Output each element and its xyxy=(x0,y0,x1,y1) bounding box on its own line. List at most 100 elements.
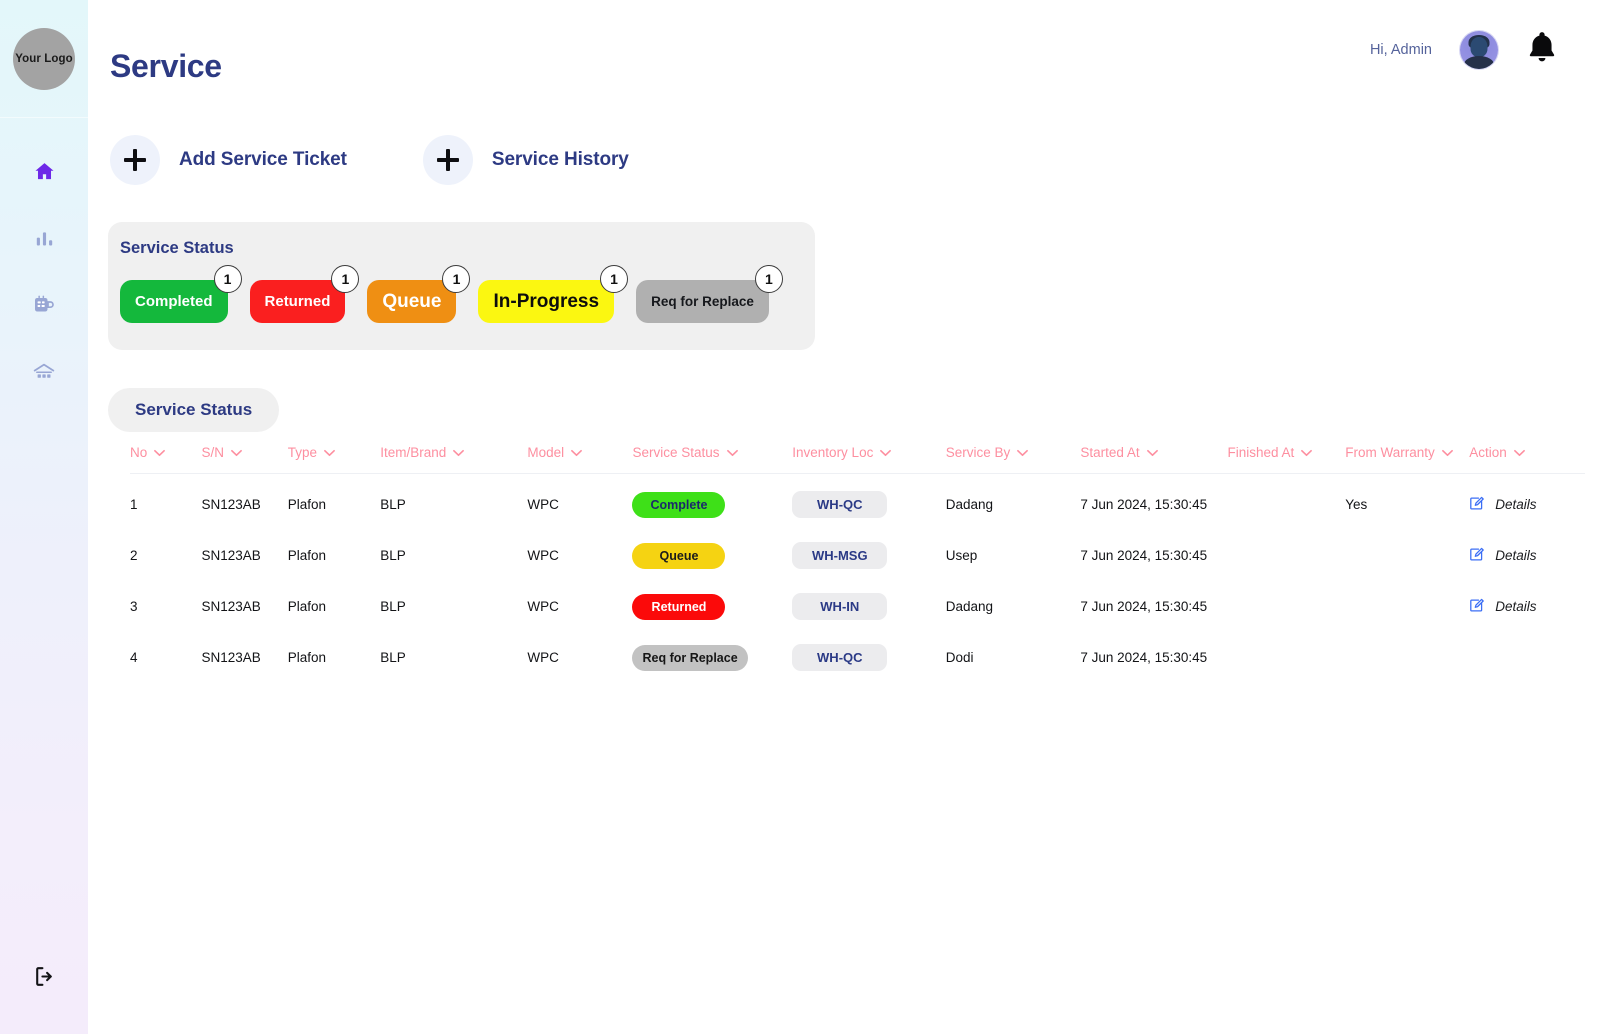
col-header-service-by-label: Service By xyxy=(945,445,1011,460)
cell-type: Plafon xyxy=(287,650,326,665)
cell-type: Plafon xyxy=(287,497,326,512)
col-header-model-label: Model xyxy=(527,445,565,460)
inventory-loc-pill[interactable]: WH-QC xyxy=(792,644,888,671)
cell-sn: SN123AB xyxy=(201,599,261,614)
cell-service-status: Complete xyxy=(632,474,792,531)
details-link[interactable]: Details xyxy=(1495,599,1536,614)
cell-inventory-loc: WH-IN xyxy=(792,581,945,632)
chevron-down-icon xyxy=(1146,445,1158,460)
chevron-down-icon xyxy=(1513,445,1525,460)
cell-service-status: Req for Replace xyxy=(632,632,792,683)
cell-action xyxy=(1469,632,1585,683)
status-chip-queue-count: 1 xyxy=(442,265,471,293)
status-badge[interactable]: Queue xyxy=(632,542,726,569)
cell-no: 1 xyxy=(130,497,138,512)
avatar-body xyxy=(1464,55,1494,69)
status-badge[interactable]: Complete xyxy=(632,491,726,518)
cell-from-warranty xyxy=(1345,632,1469,683)
avatar[interactable] xyxy=(1460,30,1498,69)
status-chip-completed-wrap: Completed 1 xyxy=(120,265,242,323)
sidebar: Your Logo xyxy=(0,0,88,1034)
sidebar-item-home[interactable] xyxy=(22,149,66,193)
chevron-down-icon xyxy=(1301,445,1313,460)
cell-action: Details xyxy=(1469,581,1585,632)
cell-service-status: Returned xyxy=(632,581,792,632)
chevron-down-icon xyxy=(1017,445,1029,460)
status-badge[interactable]: Returned xyxy=(632,593,726,620)
topbar-right: Hi, Admin xyxy=(1370,30,1558,69)
inventory-loc-pill[interactable]: WH-MSG xyxy=(792,542,888,569)
col-header-finished-at-label: Finished At xyxy=(1227,445,1295,460)
cell-finished-at xyxy=(1228,632,1346,683)
col-header-finished-at[interactable]: Finished At xyxy=(1227,445,1346,474)
status-chip-in-progress[interactable]: In-Progress xyxy=(478,280,615,323)
plus-icon xyxy=(110,135,160,185)
sidebar-item-machine[interactable] xyxy=(22,283,66,327)
sidebar-nav xyxy=(0,149,88,394)
chevron-down-icon xyxy=(154,445,166,460)
action-buttons: Add Service Ticket Service History xyxy=(110,135,629,185)
service-history-label: Service History xyxy=(491,149,629,170)
status-chip-completed[interactable]: Completed xyxy=(120,280,228,323)
service-status-card: Service Status Completed 1 Returned 1 Qu… xyxy=(108,222,815,350)
col-header-service-status[interactable]: Service Status xyxy=(632,445,793,474)
table-header-row: No S/N Type Item/Brand Model Service Sta… xyxy=(130,445,1585,474)
status-chip-req-for-replace[interactable]: Req for Replace xyxy=(636,280,769,323)
col-header-from-warranty-label: From Warranty xyxy=(1345,445,1435,460)
sidebar-item-warehouse[interactable] xyxy=(22,350,66,394)
sidebar-item-analytics[interactable] xyxy=(22,216,66,260)
cell-item-brand: BLP xyxy=(380,650,406,665)
col-header-no[interactable]: No xyxy=(130,445,202,474)
service-status-card-title: Service Status xyxy=(120,239,234,257)
status-chip-returned-count: 1 xyxy=(331,265,360,293)
cell-item-brand: BLP xyxy=(380,548,406,563)
status-chip-returned[interactable]: Returned xyxy=(249,280,346,323)
edit-icon[interactable] xyxy=(1469,598,1485,616)
col-header-inventory-loc[interactable]: Inventory Loc xyxy=(792,445,946,474)
col-header-service-by[interactable]: Service By xyxy=(945,445,1081,474)
status-badge[interactable]: Req for Replace xyxy=(632,644,748,671)
col-header-type[interactable]: Type xyxy=(287,445,381,474)
details-link[interactable]: Details xyxy=(1495,497,1536,512)
cell-started-at: 7 Jun 2024, 15:30:45 xyxy=(1080,548,1208,563)
col-header-sn[interactable]: S/N xyxy=(201,445,288,474)
col-header-item-brand[interactable]: Item/Brand xyxy=(380,445,528,474)
tab-service-status[interactable]: Service Status xyxy=(108,388,280,432)
col-header-started-at[interactable]: Started At xyxy=(1080,445,1228,474)
table-row: 4 SN123AB Plafon BLP WPC Req for Replace… xyxy=(130,632,1585,683)
warehouse-icon xyxy=(32,360,56,384)
bar-chart-icon xyxy=(34,228,55,249)
notification-bell-icon[interactable] xyxy=(1526,30,1558,69)
logo[interactable]: Your Logo xyxy=(13,27,75,90)
cell-model: WPC xyxy=(527,599,559,614)
cell-action: Details xyxy=(1469,474,1585,531)
details-link[interactable]: Details xyxy=(1495,548,1536,563)
inventory-loc-pill[interactable]: WH-IN xyxy=(792,593,888,620)
service-table-head: No S/N Type Item/Brand Model Service Sta… xyxy=(130,445,1585,474)
greeting-text: Hi, Admin xyxy=(1369,41,1432,58)
col-header-type-label: Type xyxy=(287,445,317,460)
col-header-model[interactable]: Model xyxy=(527,445,633,474)
edit-icon[interactable] xyxy=(1469,547,1485,565)
cell-action: Details xyxy=(1469,530,1585,581)
cell-sn: SN123AB xyxy=(201,548,261,563)
logout-button[interactable] xyxy=(0,964,88,994)
status-chip-in-progress-wrap: In-Progress 1 xyxy=(478,265,629,323)
col-header-from-warranty[interactable]: From Warranty xyxy=(1345,445,1470,474)
edit-icon[interactable] xyxy=(1469,496,1485,514)
status-chip-queue[interactable]: Queue xyxy=(367,280,457,323)
cell-finished-at xyxy=(1228,530,1346,581)
cell-model: WPC xyxy=(527,650,559,665)
add-service-ticket-button[interactable]: Add Service Ticket xyxy=(110,135,347,185)
col-header-action[interactable]: Action xyxy=(1469,445,1585,474)
service-history-button[interactable]: Service History xyxy=(422,135,629,185)
cell-model: WPC xyxy=(527,548,559,563)
inventory-loc-pill[interactable]: WH-QC xyxy=(792,491,888,518)
plus-icon xyxy=(422,135,473,185)
cell-from-warranty xyxy=(1345,530,1469,581)
cell-type: Plafon xyxy=(287,548,326,563)
status-chip-returned-wrap: Returned 1 xyxy=(249,265,360,323)
col-header-item-brand-label: Item/Brand xyxy=(380,445,447,460)
status-chip-queue-wrap: Queue 1 xyxy=(367,265,471,323)
status-chip-req-for-replace-count: 1 xyxy=(754,265,783,293)
